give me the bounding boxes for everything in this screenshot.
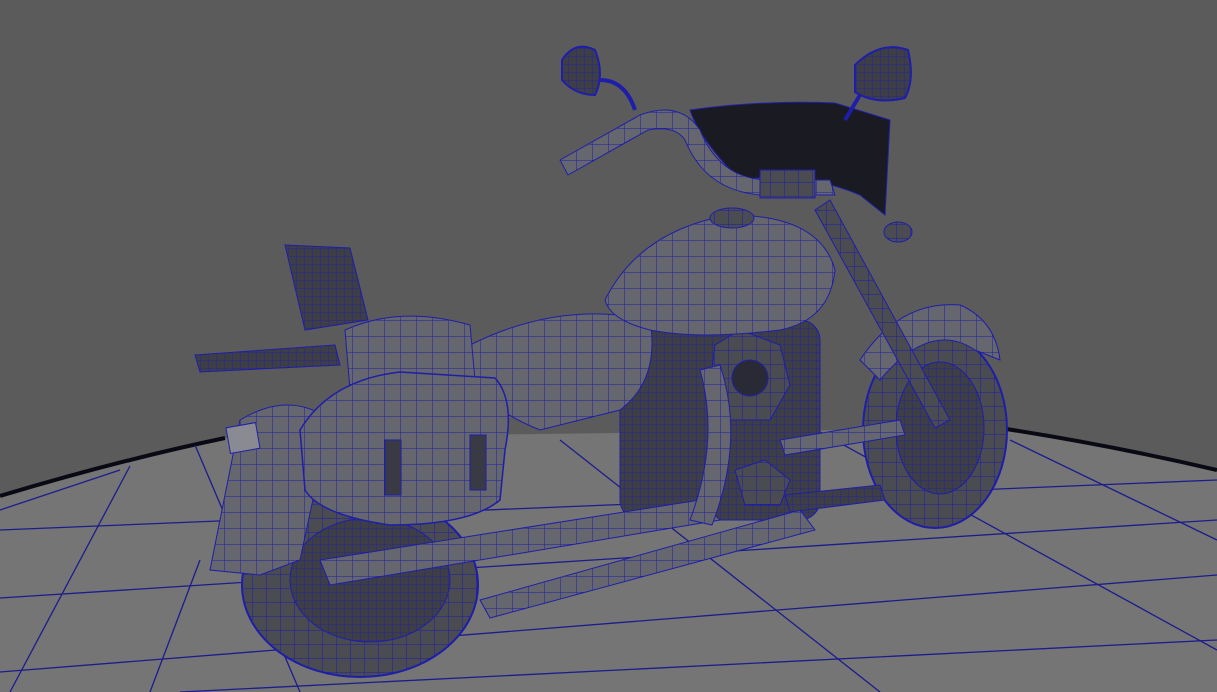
fuel-cap [709,207,755,229]
turn-signal [883,221,913,243]
fuel-tank [604,214,836,336]
luggage-rack [194,344,341,373]
mirror-left [561,45,601,97]
mirror-stem-left [599,78,637,111]
floor-plane [0,428,1217,692]
3d-viewport[interactable] [0,0,1217,692]
sissy-bar [284,244,369,331]
scene [0,45,1217,692]
saddlebag-buckle-left [384,439,402,496]
saddlebag-buckle-right [469,434,487,491]
tail-light [225,422,261,454]
headlight-housing [759,169,816,199]
mirror-right [854,46,912,102]
